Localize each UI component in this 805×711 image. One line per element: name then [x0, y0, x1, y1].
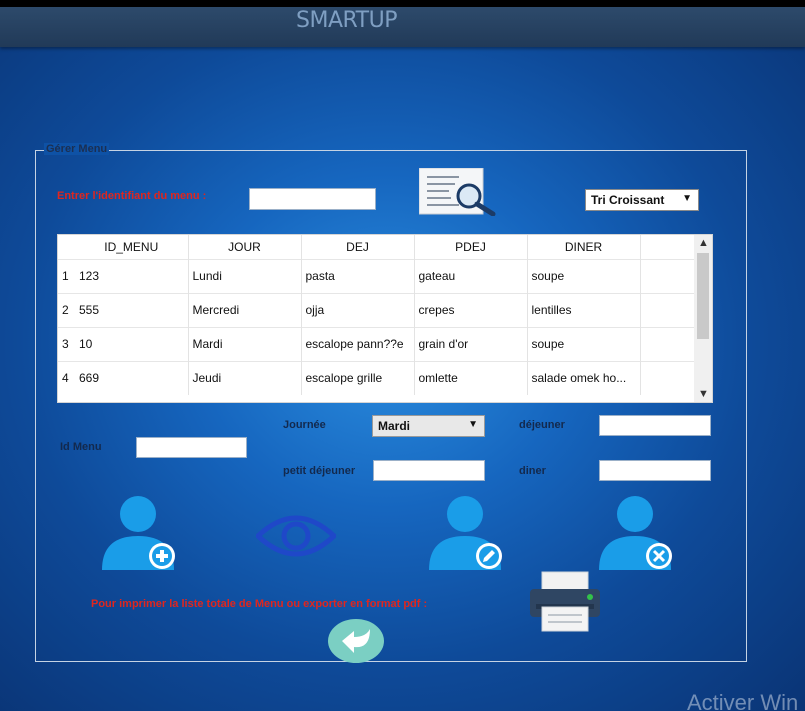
- cell-diner[interactable]: lentilles: [527, 292, 641, 327]
- column-header-jour[interactable]: JOUR: [188, 235, 302, 259]
- table-row[interactable]: 2 555 Mercredi ojja crepes lentilles: [58, 292, 696, 327]
- dejeuner-input[interactable]: [599, 415, 711, 436]
- back-button[interactable]: [326, 613, 386, 670]
- top-edge: [0, 0, 805, 7]
- cell-diner[interactable]: soupe: [527, 326, 641, 361]
- activation-watermark: Activer Win: [687, 690, 799, 711]
- user-add-icon: [102, 496, 175, 570]
- cell-filler: [640, 258, 696, 293]
- sort-order-select[interactable]: Tri Croissant ▼: [585, 189, 699, 211]
- row-number: 4: [58, 360, 75, 395]
- cell-jour[interactable]: Jeudi: [188, 360, 302, 395]
- cell-diner[interactable]: salade omek ho...: [527, 360, 641, 395]
- user-edit-icon: [429, 496, 502, 570]
- row-header-corner: [58, 235, 75, 259]
- manage-menu-group: [35, 150, 747, 662]
- delete-menu-button[interactable]: [597, 494, 681, 581]
- search-document-icon: [418, 167, 496, 217]
- group-title: Gérer Menu: [44, 143, 110, 155]
- view-menu-button[interactable]: [254, 512, 338, 565]
- cell-pdej[interactable]: grain d'or: [414, 326, 528, 361]
- cell-id-menu[interactable]: 555: [75, 292, 189, 327]
- scroll-down-icon[interactable]: ▼: [698, 388, 709, 400]
- cell-id-menu[interactable]: 123: [75, 258, 189, 293]
- table-row[interactable]: 4 669 Jeudi escalope grille omlette sala…: [58, 360, 696, 395]
- cell-dej[interactable]: pasta: [301, 258, 415, 293]
- id-menu-input[interactable]: [136, 437, 247, 458]
- petit-dejeuner-input[interactable]: [373, 460, 485, 481]
- cell-pdej[interactable]: crepes: [414, 292, 528, 327]
- cell-jour[interactable]: Mardi: [188, 326, 302, 361]
- cell-dej[interactable]: ojja: [301, 292, 415, 327]
- id-menu-label: Id Menu: [60, 441, 102, 453]
- cell-id-menu[interactable]: 10: [75, 326, 189, 361]
- table-row[interactable]: 3 10 Mardi escalope pann??e grain d'or s…: [58, 326, 696, 361]
- table-row[interactable]: 1 123 Lundi pasta gateau soupe: [58, 258, 696, 293]
- cell-id-menu[interactable]: 669: [75, 360, 189, 395]
- column-header-id-menu[interactable]: ID_MENU: [75, 235, 189, 259]
- back-arrow-icon: [328, 619, 384, 663]
- cell-dej[interactable]: escalope pann??e: [301, 326, 415, 361]
- sort-order-value: Tri Croissant: [591, 193, 665, 207]
- print-button[interactable]: [528, 571, 602, 638]
- menu-id-search-label: Entrer l'identifiant du menu :: [57, 190, 207, 202]
- scrollbar-thumb[interactable]: [697, 253, 709, 339]
- edit-menu-button[interactable]: [427, 494, 511, 581]
- cell-pdej[interactable]: gateau: [414, 258, 528, 293]
- cell-filler: [640, 326, 696, 361]
- scroll-up-icon[interactable]: ▲: [698, 237, 709, 249]
- menu-id-search-input[interactable]: [249, 188, 376, 210]
- app-title: SMARTUP: [296, 8, 398, 33]
- add-menu-button[interactable]: [100, 494, 184, 581]
- diner-label: diner: [519, 465, 546, 477]
- printer-icon: [530, 571, 600, 632]
- title-bar: SMARTUP: [0, 7, 805, 47]
- table-header-row: ID_MENU JOUR DEJ PDEJ DINER: [58, 235, 696, 259]
- journee-value: Mardi: [378, 419, 411, 433]
- menu-table[interactable]: ID_MENU JOUR DEJ PDEJ DINER 1 123 Lundi …: [57, 234, 713, 403]
- cell-diner[interactable]: soupe: [527, 258, 641, 293]
- table-scrollbar[interactable]: ▲ ▼: [694, 235, 712, 402]
- cell-filler: [640, 360, 696, 395]
- row-number: 1: [58, 258, 75, 293]
- journee-select[interactable]: Mardi ▼: [372, 415, 485, 437]
- cell-dej[interactable]: escalope grille: [301, 360, 415, 395]
- column-header-diner[interactable]: DINER: [527, 235, 641, 259]
- column-header-filler: [640, 235, 696, 259]
- petit-dejeuner-label: petit déjeuner: [283, 465, 356, 477]
- chevron-down-icon: ▼: [468, 419, 478, 430]
- search-button[interactable]: [418, 167, 501, 217]
- journee-label: Journée: [283, 419, 326, 431]
- cell-jour[interactable]: Lundi: [188, 258, 302, 293]
- cell-jour[interactable]: Mercredi: [188, 292, 302, 327]
- row-number: 2: [58, 292, 75, 327]
- user-delete-icon: [599, 496, 672, 570]
- column-header-dej[interactable]: DEJ: [301, 235, 415, 259]
- cell-filler: [640, 292, 696, 327]
- diner-input[interactable]: [599, 460, 711, 481]
- dejeuner-label: déjeuner: [519, 419, 565, 431]
- cell-pdej[interactable]: omlette: [414, 360, 528, 395]
- row-number: 3: [58, 326, 75, 361]
- chevron-down-icon: ▼: [682, 193, 692, 204]
- eye-icon: [254, 515, 338, 557]
- column-header-pdej[interactable]: PDEJ: [414, 235, 528, 259]
- print-label: Pour imprimer la liste totale de Menu ou…: [91, 598, 428, 610]
